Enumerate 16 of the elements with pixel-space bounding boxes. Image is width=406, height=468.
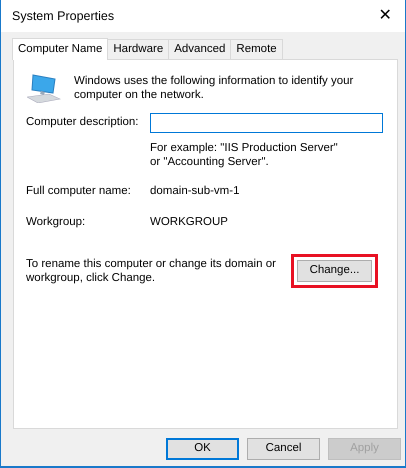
computer-icon <box>27 73 61 103</box>
field-label: Computer description: <box>26 115 140 130</box>
field-value: WORKGROUP <box>150 215 228 230</box>
tab[interactable]: Computer Name <box>12 38 108 60</box>
field-label: Workgroup: <box>26 215 86 230</box>
intro-text: Windows uses the following information to identify your computer on the network. <box>74 74 354 102</box>
dialog-button[interactable]: OK <box>166 438 239 460</box>
rename-text: To rename this computer or change its domain or workgroup, click Change. <box>26 256 276 284</box>
tab[interactable]: Remote <box>230 39 283 59</box>
hint-text: For example: "IIS Production Server" or "Accounting Server". <box>150 141 339 169</box>
field-label: Full computer name: <box>26 184 132 199</box>
description-field[interactable] <box>150 113 383 133</box>
close-button[interactable]: ✕ <box>365 0 405 32</box>
dialog-button[interactable]: Cancel <box>247 438 320 460</box>
window-title: System Properties <box>12 8 114 25</box>
field-value: domain-sub-vm-1 <box>150 184 240 199</box>
